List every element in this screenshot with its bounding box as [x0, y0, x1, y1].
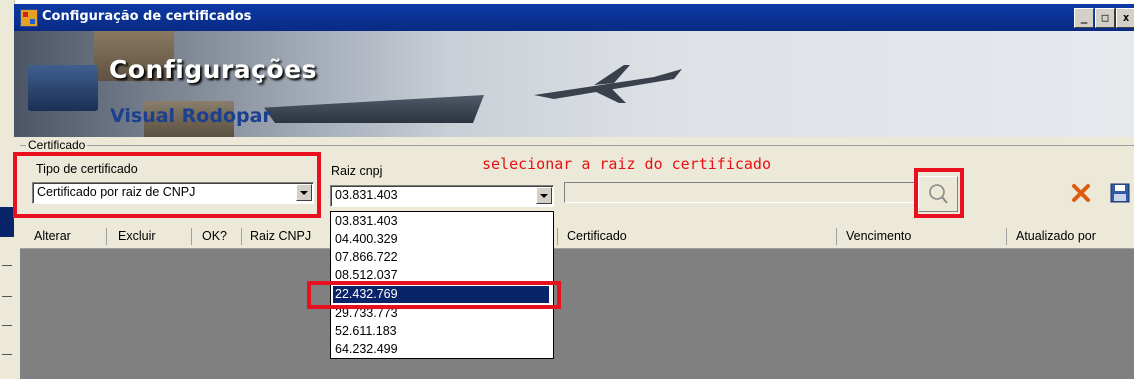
column-header[interactable]: Vencimento	[846, 229, 911, 243]
title-bar[interactable]: Configuração de certificados _ □ x	[14, 4, 1134, 31]
truck-image	[28, 65, 98, 111]
chevron-down-icon[interactable]	[536, 187, 552, 204]
column-divider[interactable]	[241, 228, 242, 245]
banner-title: Configurações	[109, 55, 317, 84]
column-divider[interactable]	[106, 228, 107, 245]
background-window-block	[0, 207, 14, 237]
column-header[interactable]: Certificado	[567, 229, 627, 243]
dropdown-option[interactable]: 04.400.329	[333, 231, 549, 248]
airplane-image	[534, 65, 682, 103]
dropdown-option[interactable]: 52.611.183	[333, 323, 549, 340]
certificates-grid[interactable]: Alterar Excluir OK? Raiz CNPJ Certificad…	[20, 225, 1134, 379]
highlight-box-certificate-type	[13, 152, 321, 218]
column-header[interactable]: Excluir	[118, 229, 156, 243]
group-legend: Certificado	[26, 138, 88, 152]
grid-header: Alterar Excluir OK? Raiz CNPJ Certificad…	[20, 225, 1134, 249]
cancel-button[interactable]	[1066, 179, 1096, 207]
close-button[interactable]: x	[1116, 8, 1134, 28]
certificate-field[interactable]	[564, 182, 916, 203]
header-banner: Configurações Visual Rodopar	[14, 31, 1134, 137]
annotation-text: selecionar a raiz do certificado	[482, 155, 771, 173]
highlight-box-search-button	[914, 168, 964, 218]
dropdown-option[interactable]: 64.232.499	[333, 341, 549, 358]
column-header[interactable]: Atualizado por	[1016, 229, 1096, 243]
column-header[interactable]: OK?	[202, 229, 227, 243]
root-cnpj-label: Raiz cnpj	[331, 164, 383, 178]
column-divider[interactable]	[1006, 228, 1007, 245]
save-button[interactable]	[1106, 179, 1134, 207]
column-header[interactable]: Alterar	[34, 229, 71, 243]
root-cnpj-value: 03.831.403	[335, 188, 398, 202]
dropdown-option[interactable]: 03.831.403	[333, 213, 549, 230]
background-divider	[2, 354, 12, 355]
background-divider	[2, 265, 12, 266]
highlight-box-selected-option	[307, 281, 561, 309]
column-divider[interactable]	[557, 228, 558, 245]
x-icon	[1072, 184, 1090, 202]
background-divider	[2, 296, 12, 297]
dropdown-option[interactable]: 07.866.722	[333, 249, 549, 266]
app-icon	[20, 9, 38, 27]
column-divider[interactable]	[836, 228, 837, 245]
background-divider	[2, 325, 12, 326]
root-cnpj-select[interactable]: 03.831.403	[330, 185, 554, 207]
minimize-button[interactable]: _	[1074, 8, 1094, 28]
banner-subtitle: Visual Rodopar	[110, 105, 272, 127]
floppy-disk-icon	[1110, 183, 1130, 203]
column-divider[interactable]	[191, 228, 192, 245]
column-header[interactable]: Raiz CNPJ	[250, 229, 311, 243]
maximize-button[interactable]: □	[1095, 8, 1115, 28]
window-title: Configuração de certificados	[42, 9, 252, 24]
